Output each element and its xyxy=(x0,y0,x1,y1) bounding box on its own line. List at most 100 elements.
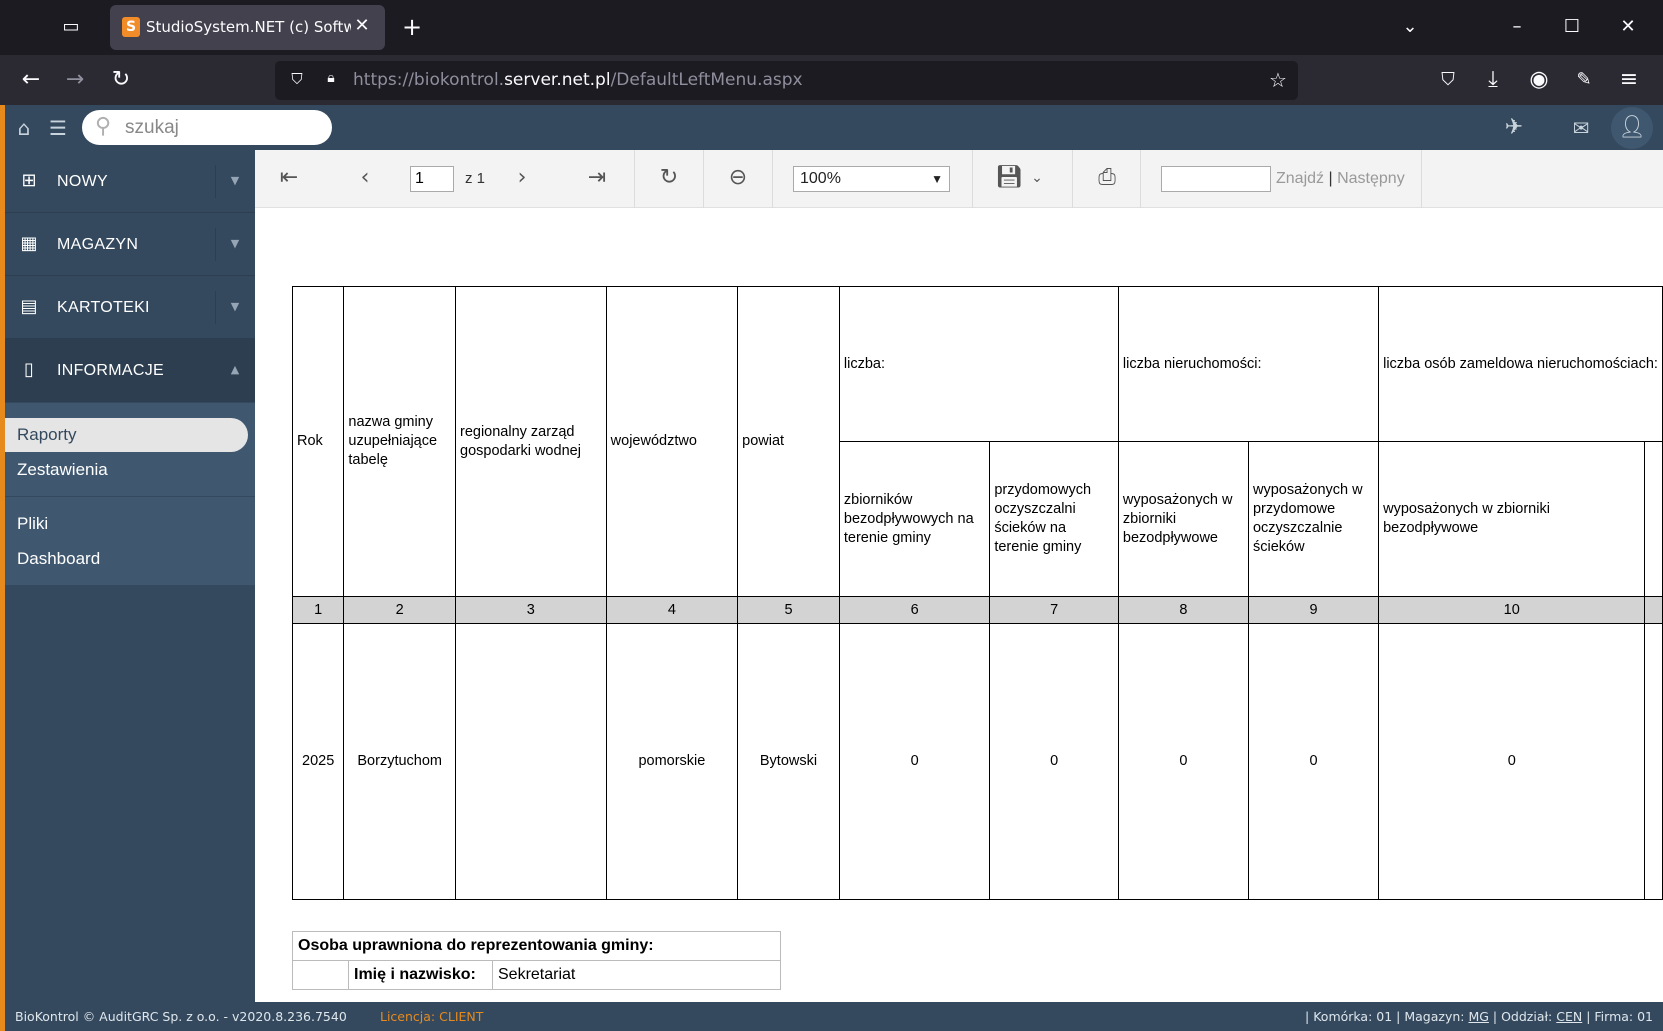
cell-col-7: 0 xyxy=(989,623,1119,900)
bookmark-star-icon[interactable]: ☆ xyxy=(1266,68,1290,92)
zoom-group: 100% ▼ xyxy=(773,150,973,208)
export-group: 💾︎ ⌄ xyxy=(973,150,1073,208)
menu-separator xyxy=(215,354,216,387)
plus-square-icon: ⊞ xyxy=(21,170,37,191)
magazyn-link[interactable]: MG xyxy=(1468,1009,1488,1024)
minimize-icon[interactable]: – xyxy=(1502,12,1532,42)
chevron-down-icon[interactable]: ⌄ xyxy=(1395,12,1425,42)
header-liczba-nieruchomosci: liczba nieruchomości: xyxy=(1117,286,1380,442)
menu-item-label: KARTOTEKI xyxy=(57,299,150,316)
cell-gmina: Borzytuchom xyxy=(343,623,456,900)
browser-tabbar: ▭ S StudioSystem.NET (c) SoftwareS ✕ + ⌄… xyxy=(0,0,1663,55)
submenu-item-pliki[interactable]: Pliki xyxy=(5,507,248,541)
chevron-down-icon: ▼ xyxy=(931,172,943,186)
new-tab-button[interactable]: + xyxy=(400,15,424,39)
menu-separator xyxy=(215,228,216,261)
last-page-icon[interactable]: ⇥ xyxy=(583,164,611,192)
cell-wojewodztwo: pomorskie xyxy=(605,623,739,900)
komorka-text: | Komórka: 01 | Magazyn: xyxy=(1305,1009,1469,1024)
header-powiat: powiat xyxy=(737,286,840,597)
submenu-item-dashboard[interactable]: Dashboard xyxy=(5,542,248,576)
header-col-7: przydomowych oczyszczalni ścieków na ter… xyxy=(989,441,1119,597)
header-rzgw: regionalny zarząd gospodarki wodnej xyxy=(455,286,607,597)
user-avatar-icon[interactable]: 👤︎ xyxy=(1611,107,1653,149)
first-page-icon[interactable]: ⇤ xyxy=(275,164,303,192)
menu-item-nowy[interactable]: ⊞ NOWY ▼ xyxy=(5,150,255,213)
close-window-icon[interactable]: ✕ xyxy=(1613,12,1643,42)
chevron-down-icon[interactable]: ▼ xyxy=(225,170,245,192)
close-tab-icon[interactable]: ✕ xyxy=(351,15,373,37)
back-to-parent-icon[interactable]: ⊖ xyxy=(724,164,752,192)
menu-item-kartoteki[interactable]: ▤ KARTOTEKI ▼ xyxy=(5,276,255,339)
find-input[interactable] xyxy=(1161,166,1271,192)
column-number: 8 xyxy=(1117,596,1249,624)
next-page-icon[interactable]: › xyxy=(508,164,536,192)
url-text[interactable]: https://biokontrol.server.net.pl/Default… xyxy=(353,61,803,100)
submenu-item-raporty[interactable]: Raporty xyxy=(5,418,248,452)
zoom-select[interactable]: 100% ▼ xyxy=(793,166,950,192)
license-value: CLIENT xyxy=(439,1009,484,1024)
browser-navbar: ← → ↻ ⛉ 🔒︎ https://biokontrol.server.net… xyxy=(0,55,1663,105)
extensions-icon[interactable]: ✎ xyxy=(1569,65,1599,95)
shield-icon[interactable]: ⛉ xyxy=(287,70,307,90)
app-header: ⌂ ☰ ⚲ ✈ ✉ 👤︎ xyxy=(0,105,1663,150)
submenu-item-zestawienia[interactable]: Zestawienia xyxy=(5,453,248,487)
license-info: Licencja: CLIENT xyxy=(380,1002,483,1031)
pallet-icon: ▦ xyxy=(20,233,38,254)
search-box[interactable]: ⚲ xyxy=(82,110,332,145)
cell-rok: 2025 xyxy=(291,623,345,900)
find-links: Znajdź | Następny xyxy=(1276,166,1405,192)
browser-tab[interactable]: S StudioSystem.NET (c) SoftwareS ✕ xyxy=(110,5,385,50)
forward-icon[interactable]: → xyxy=(60,65,90,95)
menu-item-informacje[interactable]: ▯ INFORMACJE ▲ xyxy=(5,339,255,402)
search-icon: ⚲ xyxy=(94,114,112,139)
signatory-name-value: Sekretariat xyxy=(492,960,781,990)
cell-col-8: 0 xyxy=(1117,623,1249,900)
report-area: Rok nazwa gminy uzupełniające tabelę reg… xyxy=(255,208,1663,1002)
chevron-up-icon[interactable]: ▲ xyxy=(225,359,245,381)
plane-icon[interactable]: ✈ xyxy=(1501,115,1527,141)
refresh-icon[interactable]: ↻ xyxy=(655,164,683,192)
signatory-title: Osoba uprawniona do reprezentowania gmin… xyxy=(292,931,781,961)
save-icon[interactable]: 💾︎ xyxy=(995,164,1023,192)
header-liczba: liczba: xyxy=(838,286,1119,442)
page-number-input[interactable] xyxy=(410,166,454,192)
header-col-8: wyposażonych w zbiorniki bezodpływowe xyxy=(1117,441,1249,597)
collapse-menu-icon[interactable]: ☰ xyxy=(45,115,71,141)
chevron-down-icon[interactable]: ▼ xyxy=(225,233,245,255)
account-icon[interactable]: ◉ xyxy=(1524,65,1554,95)
maximize-icon[interactable]: ☐ xyxy=(1557,12,1587,42)
tab-list-icon[interactable]: ▭ xyxy=(60,16,82,38)
back-icon[interactable]: ← xyxy=(16,65,46,95)
mail-icon[interactable]: ✉ xyxy=(1568,115,1594,141)
pocket-icon[interactable]: ⛉ xyxy=(1433,65,1463,95)
header-col-6: zbiorników bezodpływowych na terenie gmi… xyxy=(838,441,991,597)
oddzial-label: | Oddział: xyxy=(1488,1009,1557,1024)
chevron-down-icon[interactable]: ▼ xyxy=(225,296,245,318)
report-toolbar: ⇤ ‹ z 1 › ⇥ ↻ ⊖ 100%▼ 💾︎ ⌄ ⎙ Znajdź | Na… xyxy=(255,150,1663,208)
cell-rzgw xyxy=(455,623,607,900)
lock-icon[interactable]: 🔒︎ xyxy=(321,70,341,90)
column-number: 7 xyxy=(989,596,1119,624)
header-col-9: wyposażonych w przydomowe oczyszczalnie … xyxy=(1247,441,1380,597)
column-number: 9 xyxy=(1247,596,1380,624)
url-bar[interactable]: ⛉ 🔒︎ https://biokontrol.server.net.pl/De… xyxy=(275,61,1298,100)
download-icon[interactable]: ⤓ xyxy=(1478,65,1508,95)
previous-page-icon[interactable]: ‹ xyxy=(351,164,379,192)
next-link[interactable]: Następny xyxy=(1337,170,1405,187)
oddzial-link[interactable]: CEN xyxy=(1556,1009,1582,1024)
menu-item-magazyn[interactable]: ▦ MAGAZYN ▼ xyxy=(5,213,255,276)
column-number: 1 xyxy=(291,596,345,624)
menu-icon[interactable]: ≡ xyxy=(1614,65,1644,95)
column-number: 4 xyxy=(605,596,739,624)
tab-title: StudioSystem.NET (c) SoftwareS xyxy=(146,18,351,36)
chevron-down-icon[interactable]: ⌄ xyxy=(1023,164,1051,192)
print-icon[interactable]: ⎙ xyxy=(1093,164,1121,192)
reload-icon[interactable]: ↻ xyxy=(106,65,136,95)
find-link[interactable]: Znajdź xyxy=(1276,170,1324,187)
home-icon[interactable]: ⌂ xyxy=(11,115,37,141)
signatory-spacer xyxy=(292,960,349,990)
table-row: 2025 Borzytuchom pomorskie Bytowski 0 0 … xyxy=(291,623,1663,900)
search-input[interactable] xyxy=(125,115,315,140)
paging-group: ⇤ ‹ z 1 › ⇥ xyxy=(255,150,635,208)
